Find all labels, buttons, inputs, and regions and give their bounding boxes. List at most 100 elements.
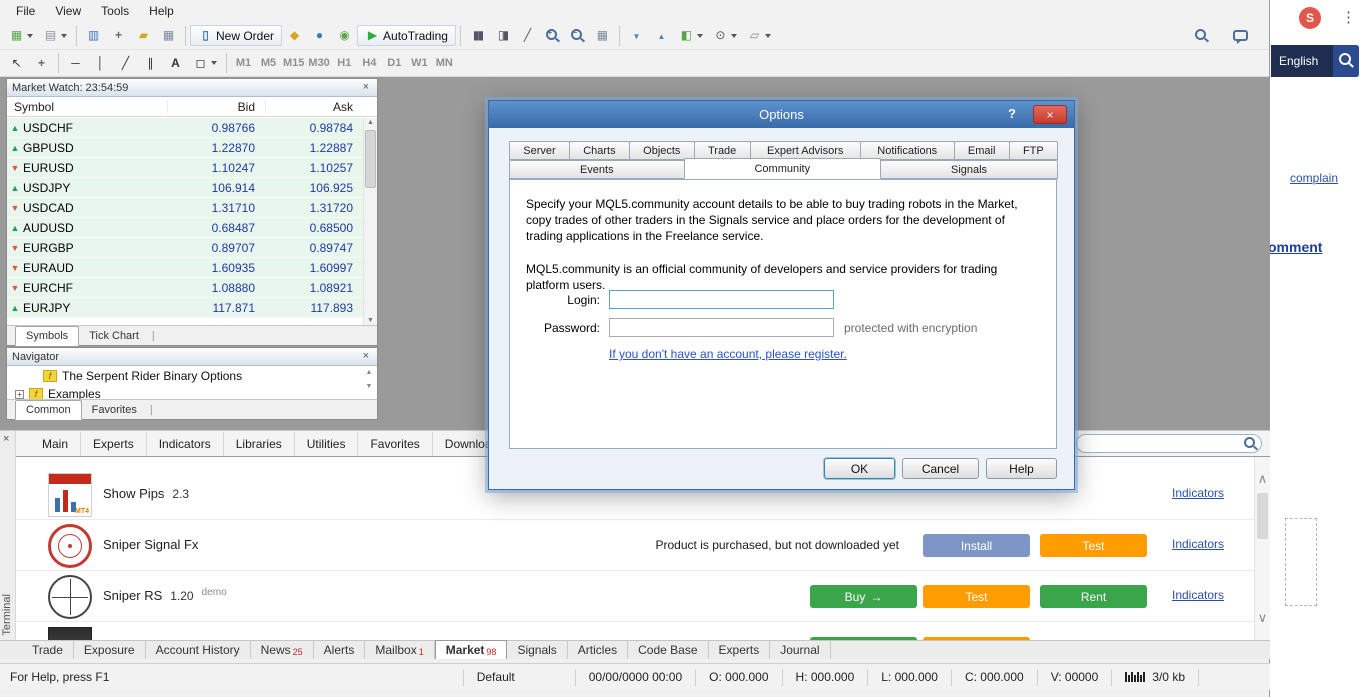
column-bid[interactable]: Bid [167, 99, 265, 114]
subtab-favorites[interactable]: Favorites [358, 431, 433, 456]
navigator-scrollbar[interactable] [363, 369, 375, 397]
market-watch-row[interactable]: USDJPY 106.914 106.925 [7, 178, 363, 198]
password-input[interactable] [609, 318, 834, 337]
language-search-button[interactable]: English [1271, 45, 1359, 77]
ok-button[interactable]: OK [824, 458, 895, 479]
dialog-titlebar[interactable]: Options ? × [489, 101, 1074, 128]
close-icon[interactable] [3, 434, 9, 444]
terminal-tab-code-base[interactable]: Code Base [628, 641, 709, 659]
expand-plus-icon[interactable] [15, 389, 24, 399]
column-ask[interactable]: Ask [265, 99, 363, 114]
subtab-experts[interactable]: Experts [81, 431, 147, 456]
install-button[interactable]: Install [923, 534, 1030, 557]
terminal-tab-alerts[interactable]: Alerts [314, 641, 366, 659]
complain-link[interactable]: complain [1290, 171, 1338, 185]
scroll-down-icon[interactable] [363, 383, 375, 390]
subtab-main[interactable]: Main [30, 431, 82, 456]
new-chart-button[interactable] [4, 25, 38, 46]
buy-button[interactable]: Buy → [810, 585, 917, 608]
subtab-indicators[interactable]: Indicators [147, 431, 224, 456]
periods-button[interactable] [708, 25, 742, 46]
zoom-in-button[interactable]: + [540, 25, 565, 46]
terminal-tab-signals[interactable]: Signals [507, 641, 568, 659]
market-watch-toggle-button[interactable] [81, 25, 106, 46]
comment-link[interactable]: omment [1268, 239, 1322, 255]
market-watch-row[interactable]: EURGBP 0.89707 0.89747 [7, 238, 363, 258]
product-row-sniper-signal[interactable]: Sniper Signal Fx Product is purchased, b… [16, 520, 1254, 571]
channel-button[interactable] [138, 53, 163, 74]
column-symbol[interactable]: Symbol [7, 100, 167, 114]
timeframe-m5-button[interactable]: M5 [256, 53, 281, 73]
rent-button[interactable]: Rent [1040, 585, 1147, 608]
terminal-tab-news[interactable]: News 25 [251, 641, 314, 659]
menu-file[interactable]: File [6, 1, 45, 21]
scroll-down-icon[interactable] [364, 317, 377, 324]
timeframe-mn-button[interactable]: MN [432, 53, 457, 73]
market-watch-row[interactable]: AUDUSD 0.68487 0.68500 [7, 218, 363, 238]
auto-arrange-button[interactable] [624, 25, 649, 47]
scrollbar-thumb[interactable] [365, 130, 376, 188]
menu-tools[interactable]: Tools [91, 1, 139, 21]
scrollbar-thumb[interactable] [1257, 493, 1268, 539]
terminal-toggle-button[interactable] [156, 25, 181, 46]
market-watch-scrollbar[interactable] [363, 118, 377, 325]
close-icon[interactable] [360, 82, 372, 93]
status-profile[interactable]: Default [462, 668, 575, 686]
text-label-button[interactable] [163, 53, 188, 74]
timeframe-w1-button[interactable]: W1 [407, 53, 432, 73]
tab-favorites[interactable]: Favorites [82, 401, 147, 419]
indicators-list-button[interactable] [674, 25, 708, 46]
data-window-button[interactable] [106, 25, 131, 46]
market-watch-row[interactable]: USDCAD 1.31710 1.31720 [7, 198, 363, 218]
timeframe-h1-button[interactable]: H1 [332, 53, 357, 73]
bar-chart-button[interactable] [465, 25, 490, 46]
close-button[interactable]: × [1033, 105, 1067, 124]
register-link[interactable]: If you don't have an account, please reg… [609, 347, 847, 361]
terminal-tab-articles[interactable]: Articles [568, 641, 629, 659]
tab-charts[interactable]: Charts [568, 141, 630, 160]
login-input[interactable] [609, 290, 834, 309]
avatar[interactable]: S [1299, 7, 1321, 29]
crosshair-button[interactable] [29, 53, 54, 74]
product-row-sniper-rs[interactable]: Sniper RS 1.20 demo Buy → Test Rent Indic… [16, 571, 1254, 622]
menu-view[interactable]: View [45, 1, 91, 21]
kebab-menu-icon[interactable]: ⋮ [1341, 8, 1356, 26]
product-row-partial[interactable] [16, 623, 1254, 640]
terminal-tab-journal[interactable]: Journal [770, 641, 831, 659]
test-button[interactable]: Test [1040, 534, 1147, 557]
tab-symbols[interactable]: Symbols [15, 326, 80, 346]
close-icon[interactable] [360, 351, 372, 362]
horizontal-line-button[interactable] [63, 53, 88, 74]
market-watch-row[interactable]: EURUSD 1.10247 1.10257 [7, 158, 363, 178]
timeframe-m15-button[interactable]: M15 [281, 53, 306, 73]
indicators-link[interactable]: Indicators [1172, 486, 1224, 500]
terminal-tab-mailbox[interactable]: Mailbox 1 [365, 641, 435, 659]
indicators-link[interactable]: Indicators [1172, 537, 1224, 551]
templates-button[interactable] [742, 25, 776, 46]
line-chart-button[interactable] [515, 25, 540, 46]
market-watch-row[interactable]: EURCHF 1.08880 1.08921 [7, 278, 363, 298]
tree-item-serpent-rider[interactable]: f The Serpent Rider Binary Options [7, 367, 377, 385]
chat-button[interactable] [1228, 27, 1253, 44]
tab-signals[interactable]: Signals [880, 160, 1059, 179]
subtab-libraries[interactable]: Libraries [224, 431, 295, 456]
tab-events[interactable]: Events [509, 160, 685, 179]
terminal-tab-account-history[interactable]: Account History [146, 641, 251, 659]
track-chart-button[interactable] [649, 25, 674, 47]
market-watch-row[interactable]: EURAUD 1.60935 1.60997 [7, 258, 363, 278]
tab-email[interactable]: Email [953, 141, 1010, 160]
terminal-tab-trade[interactable]: Trade [22, 641, 74, 659]
sounds-button[interactable] [332, 25, 357, 46]
cancel-button[interactable]: Cancel [902, 458, 979, 479]
vertical-line-button[interactable] [88, 53, 113, 74]
subtab-utilities[interactable]: Utilities [295, 431, 359, 456]
product-list-scrollbar[interactable] [1254, 457, 1270, 640]
timeframe-m1-button[interactable]: M1 [231, 53, 256, 73]
candlestick-chart-button[interactable] [490, 25, 515, 46]
tree-item-examples[interactable]: f Examples [7, 385, 377, 399]
mql5-community-button[interactable] [307, 25, 332, 46]
profiles-button[interactable] [38, 25, 72, 46]
terminal-tab-exposure[interactable]: Exposure [74, 641, 146, 659]
tab-ftp[interactable]: FTP [1008, 141, 1058, 160]
navigator-toggle-button[interactable] [131, 25, 156, 46]
